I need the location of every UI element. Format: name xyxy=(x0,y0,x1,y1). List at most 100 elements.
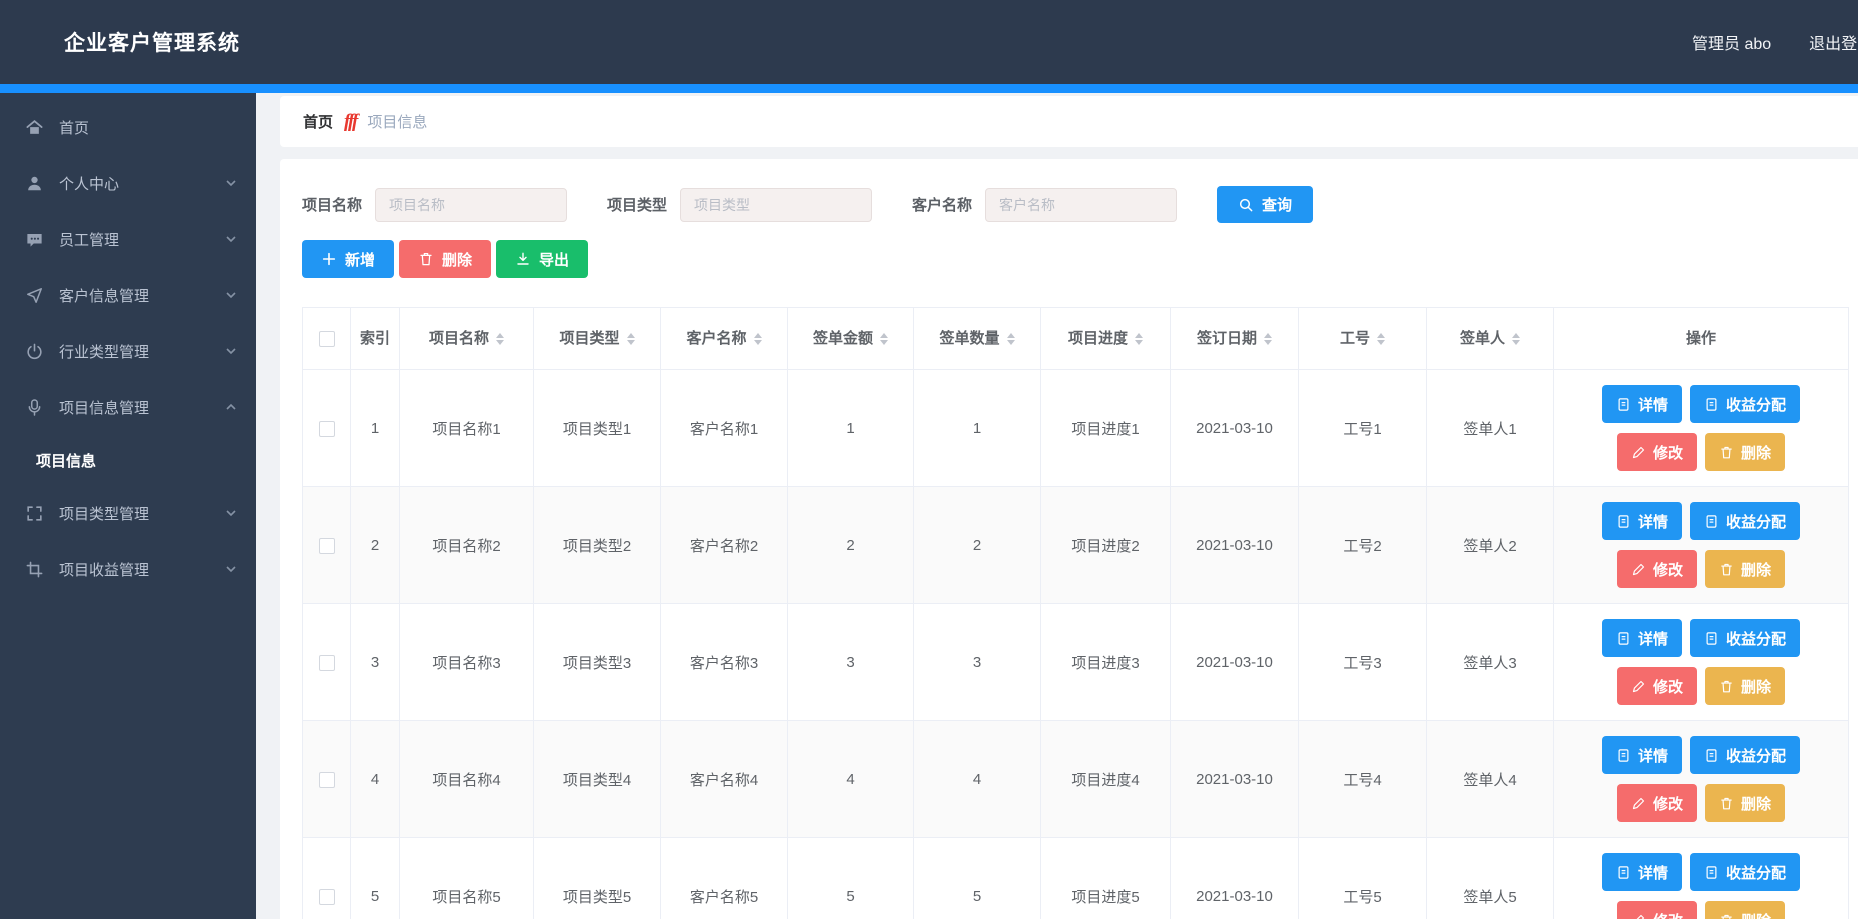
row-delete-button[interactable]: 删除 xyxy=(1705,784,1785,822)
cell-project-type: 项目类型3 xyxy=(534,604,661,721)
chat-icon xyxy=(25,230,44,249)
send-icon xyxy=(25,286,44,305)
pencil-icon xyxy=(1631,796,1646,811)
project-name-label: 项目名称 xyxy=(302,194,362,215)
row-delete-button[interactable]: 删除 xyxy=(1705,433,1785,471)
row-delete-button[interactable]: 删除 xyxy=(1705,550,1785,588)
col-project-progress[interactable]: 项目进度 xyxy=(1041,308,1171,370)
edit-button[interactable]: 修改 xyxy=(1617,433,1697,471)
table-toolbar: 新增 删除 导出 xyxy=(302,240,1858,278)
income-allocate-button[interactable]: 收益分配 xyxy=(1690,736,1800,774)
breadcrumb-home[interactable]: 首页 xyxy=(303,111,333,132)
project-type-label: 项目类型 xyxy=(607,194,667,215)
sidebar-item-project-info-group[interactable]: 项目信息管理 xyxy=(0,379,256,435)
export-button[interactable]: 导出 xyxy=(496,240,588,278)
col-customer-name[interactable]: 客户名称 xyxy=(661,308,788,370)
query-button[interactable]: 查询 xyxy=(1217,186,1313,223)
sidebar-item-staff[interactable]: 员工管理 xyxy=(0,211,256,267)
col-sign-quantity[interactable]: 签单数量 xyxy=(914,308,1041,370)
sort-icon[interactable] xyxy=(1135,333,1143,345)
income-allocate-button[interactable]: 收益分配 xyxy=(1690,385,1800,423)
power-icon xyxy=(25,342,44,361)
cell-sign-amount: 1 xyxy=(788,370,914,487)
cell-sign-amount: 5 xyxy=(788,838,914,919)
row-checkbox[interactable] xyxy=(319,772,335,788)
col-sign-amount[interactable]: 签单金额 xyxy=(788,308,914,370)
sort-icon[interactable] xyxy=(754,333,762,345)
row-delete-button[interactable]: 删除 xyxy=(1705,901,1785,919)
sort-icon[interactable] xyxy=(496,333,504,345)
sort-icon[interactable] xyxy=(880,333,888,345)
detail-button[interactable]: 详情 xyxy=(1602,619,1682,657)
app-title: 企业客户管理系统 xyxy=(64,27,240,57)
pencil-icon xyxy=(1631,445,1646,460)
add-button[interactable]: 新增 xyxy=(302,240,394,278)
sidebar-item-customer-info[interactable]: 客户信息管理 xyxy=(0,267,256,323)
cell-project-name: 项目名称2 xyxy=(400,487,534,604)
cell-sign-date: 2021-03-10 xyxy=(1171,487,1299,604)
logout-link[interactable]: 退出登录 xyxy=(1809,30,1858,54)
sidebar-item-profile[interactable]: 个人中心 xyxy=(0,155,256,211)
detail-button[interactable]: 详情 xyxy=(1602,385,1682,423)
cell-signer: 签单人1 xyxy=(1427,370,1554,487)
cell-project-type: 项目类型1 xyxy=(534,370,661,487)
col-project-type[interactable]: 项目类型 xyxy=(534,308,661,370)
sidebar: 首页 个人中心 员工管理 客户信息管理 xyxy=(0,93,256,919)
detail-button[interactable]: 详情 xyxy=(1602,502,1682,540)
home-icon xyxy=(25,118,44,137)
project-type-input[interactable] xyxy=(680,188,872,222)
chevron-up-icon xyxy=(224,400,238,414)
cell-project-progress: 项目进度5 xyxy=(1041,838,1171,919)
edit-button[interactable]: 修改 xyxy=(1617,667,1697,705)
cell-signer: 签单人3 xyxy=(1427,604,1554,721)
col-signer[interactable]: 签单人 xyxy=(1427,308,1554,370)
document-icon xyxy=(1616,748,1631,763)
edit-button[interactable]: 修改 xyxy=(1617,784,1697,822)
cell-signer: 签单人4 xyxy=(1427,721,1554,838)
edit-button[interactable]: 修改 xyxy=(1617,550,1697,588)
document-icon xyxy=(1704,748,1719,763)
cell-sign-quantity: 2 xyxy=(914,487,1041,604)
cell-worker-id: 工号4 xyxy=(1299,721,1427,838)
navbar-right: 管理员 abo 退出登录 xyxy=(1692,0,1858,84)
row-checkbox[interactable] xyxy=(319,421,335,437)
customer-name-input[interactable] xyxy=(985,188,1177,222)
cell-index: 2 xyxy=(351,487,400,604)
income-allocate-button[interactable]: 收益分配 xyxy=(1690,853,1800,891)
col-project-name[interactable]: 项目名称 xyxy=(400,308,534,370)
download-icon xyxy=(515,251,531,267)
sidebar-item-project-income[interactable]: 项目收益管理 xyxy=(0,541,256,597)
cell-sign-quantity: 5 xyxy=(914,838,1041,919)
sort-icon[interactable] xyxy=(1377,333,1385,345)
table-row: 4 项目名称4 项目类型4 客户名称4 4 4 项目进度4 2021-03-10… xyxy=(303,721,1849,838)
col-worker-id[interactable]: 工号 xyxy=(1299,308,1427,370)
row-checkbox[interactable] xyxy=(319,538,335,554)
sort-icon[interactable] xyxy=(1007,333,1015,345)
document-icon xyxy=(1616,397,1631,412)
sidebar-item-project-type[interactable]: 项目类型管理 xyxy=(0,485,256,541)
table-header-row: 索引 项目名称 项目类型 客户名称 签单金额 签单数量 项目进度 签订日期 工号… xyxy=(303,308,1849,370)
sidebar-item-home[interactable]: 首页 xyxy=(0,99,256,155)
delete-button[interactable]: 删除 xyxy=(399,240,491,278)
current-user[interactable]: 管理员 abo xyxy=(1692,30,1771,54)
cell-project-name: 项目名称4 xyxy=(400,721,534,838)
cell-project-progress: 项目进度2 xyxy=(1041,487,1171,604)
project-name-input[interactable] xyxy=(375,188,567,222)
row-delete-button[interactable]: 删除 xyxy=(1705,667,1785,705)
row-checkbox[interactable] xyxy=(319,889,335,905)
income-allocate-button[interactable]: 收益分配 xyxy=(1690,619,1800,657)
detail-button[interactable]: 详情 xyxy=(1602,853,1682,891)
row-checkbox[interactable] xyxy=(319,655,335,671)
income-allocate-button[interactable]: 收益分配 xyxy=(1690,502,1800,540)
sidebar-item-industry-type[interactable]: 行业类型管理 xyxy=(0,323,256,379)
sort-icon[interactable] xyxy=(1512,333,1520,345)
sort-icon[interactable] xyxy=(1264,333,1272,345)
col-sign-date[interactable]: 签订日期 xyxy=(1171,308,1299,370)
breadcrumb: 首页 fff 项目信息 xyxy=(280,96,1858,147)
select-all-checkbox[interactable] xyxy=(319,331,335,347)
select-all-cell xyxy=(303,308,351,370)
detail-button[interactable]: 详情 xyxy=(1602,736,1682,774)
sort-icon[interactable] xyxy=(627,333,635,345)
sidebar-subitem-project-info[interactable]: 项目信息 xyxy=(0,435,256,485)
edit-button[interactable]: 修改 xyxy=(1617,901,1697,919)
